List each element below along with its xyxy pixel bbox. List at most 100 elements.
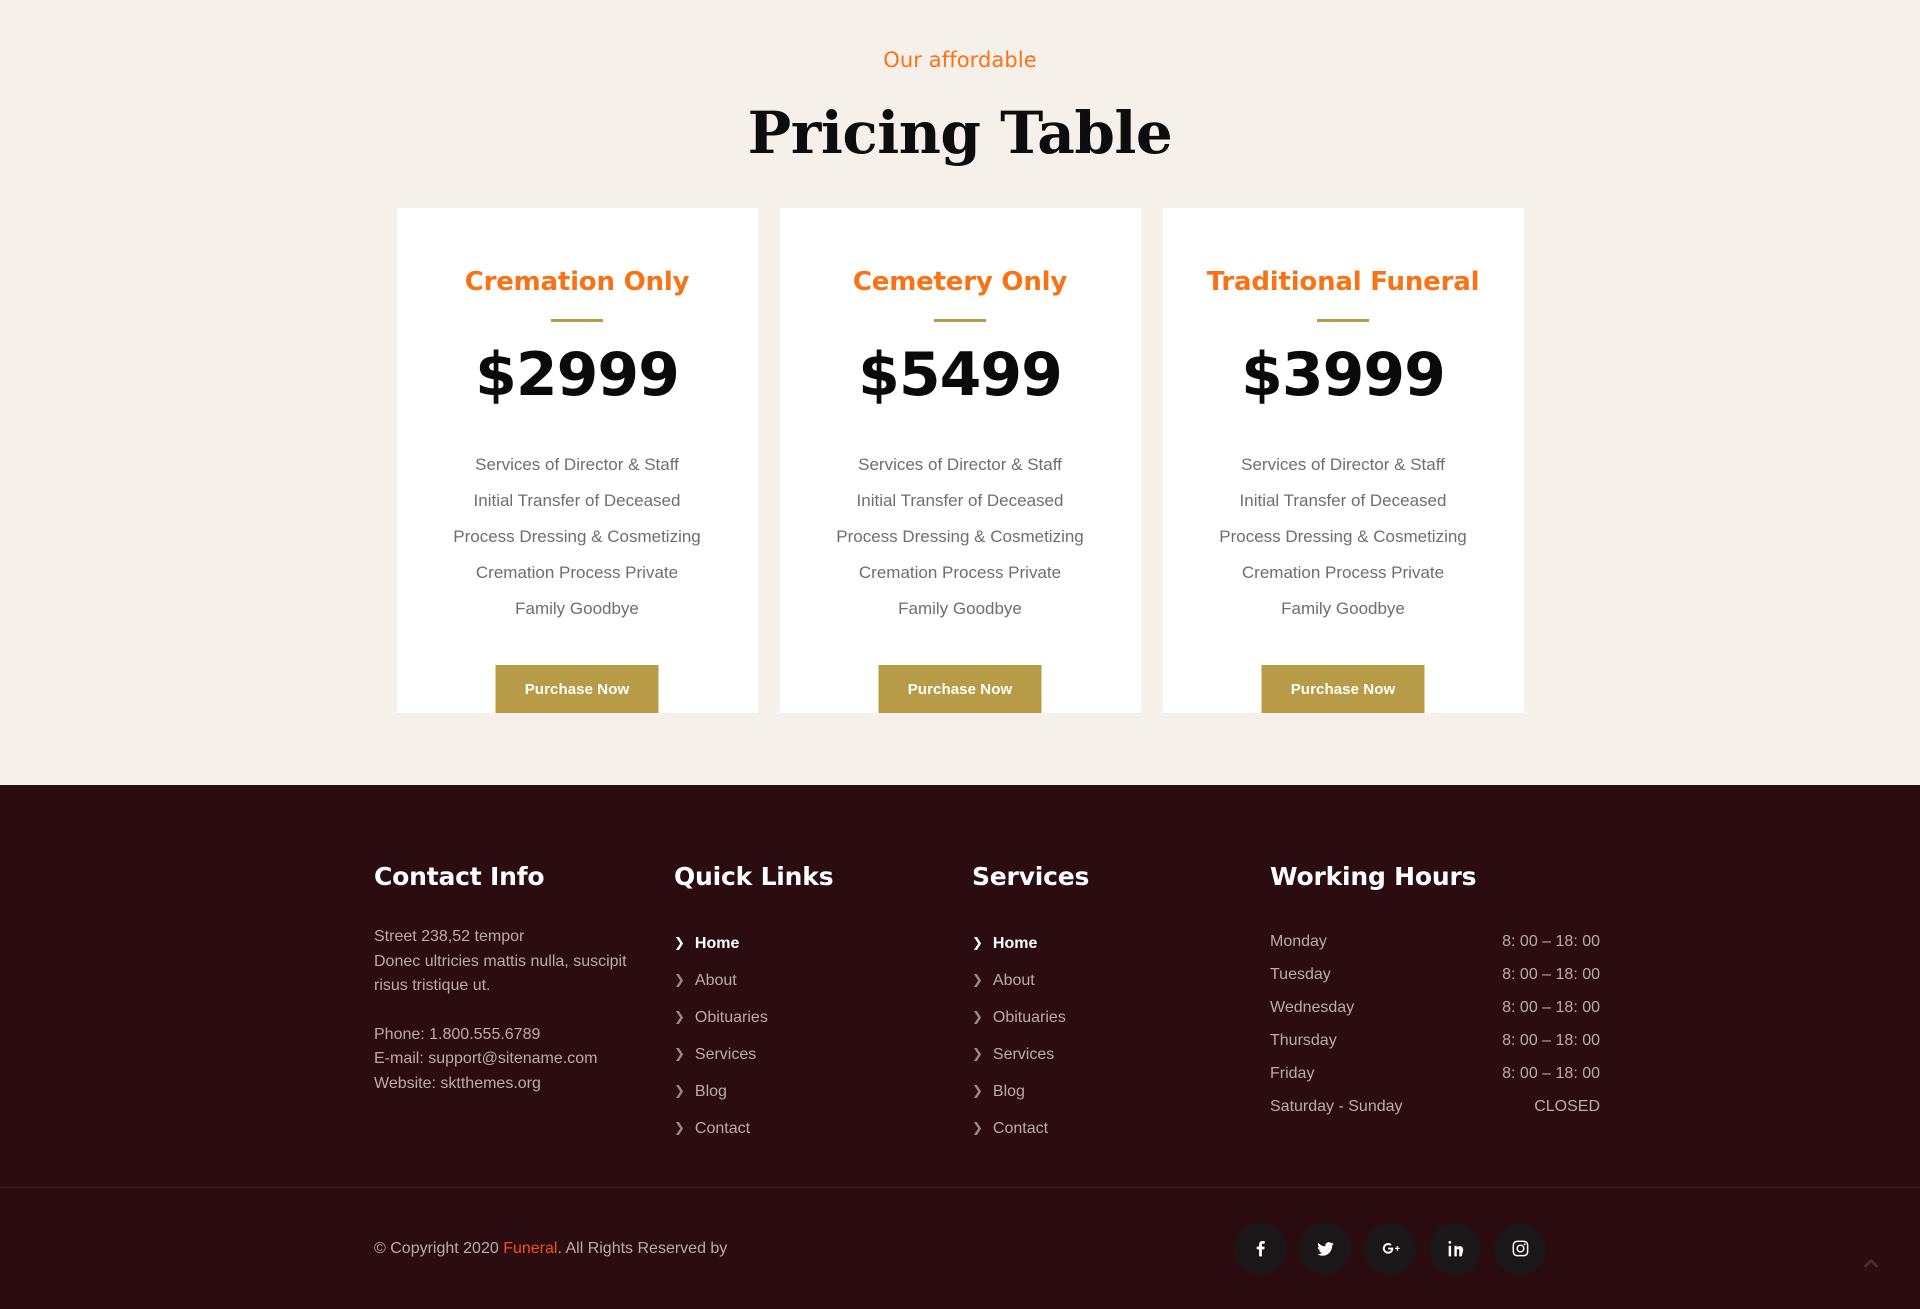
website-text: Website: sktthemes.org [374,1074,541,1092]
title-divider [1317,319,1369,323]
link-label: Contact [694,1119,751,1137]
pricing-features-list: Services of Director & Staff Initial Tran… [1163,447,1524,627]
pricing-feature-item: Cremation Process Private [1241,563,1445,583]
pricing-feature-item: Initial Transfer of Deceased [473,491,681,511]
working-hours-row: Saturday - Sunday CLOSED [1270,1090,1600,1123]
link-label: Home [992,934,1038,952]
section-eyebrow: Our affordable [883,48,1037,72]
phone-text: Phone: 1.800.555.6789 [374,1025,541,1043]
purchase-now-button[interactable]: Purchase Now [878,665,1042,714]
services-link-about[interactable]: ❯ About [972,962,1270,999]
quick-link-contact[interactable]: ❯ Contact [674,1110,972,1147]
pricing-feature-item: Initial Transfer of Deceased [856,491,1064,511]
address-block: Street 238,52 tempor Donec ultricies mat… [374,925,674,999]
services-link-services[interactable]: ❯ Services [972,1036,1270,1073]
facebook-icon [1256,1241,1265,1257]
site-footer: Contact Info Street 238,52 tempor Donec … [0,785,1920,1309]
purchase-now-button[interactable]: Purchase Now [1261,665,1425,714]
contact-details-block: Phone: 1.800.555.6789 E-mail: support@si… [374,1023,674,1097]
quick-links-list: ❯ Home ❯ About ❯ Obituaries ❯ Services ❯ Blog ❯ Con… [674,925,972,1147]
pricing-features-list: Services of Director & Staff Initial Tran… [780,447,1141,627]
contact-info-heading: Contact Info [374,862,545,891]
pricing-card: Cremation Only $2999 Services of Director … [396,208,758,714]
working-hours-heading: Working Hours [1270,862,1477,891]
pricing-feature-item: Services of Director & Staff [858,455,1062,475]
quick-link-home[interactable]: ❯ Home [674,925,972,962]
google-plus-link[interactable] [1364,1222,1416,1275]
pricing-feature-item: Family Goodbye [898,599,1022,619]
address-line-3: risus tristique ut. [374,977,491,994]
instagram-icon [1512,1240,1528,1257]
pricing-features-list: Services of Director & Staff Initial Tran… [397,447,758,627]
pricing-feature-item: Family Goodbye [1281,599,1405,619]
quick-link-obituaries[interactable]: ❯ Obituaries [674,999,972,1036]
working-hours-value: 8: 00 – 18: 00 [1502,965,1600,983]
working-hours-row: Tuesday 8: 00 – 18: 00 [1270,958,1600,991]
link-label: About [694,971,737,989]
chevron-right-icon: ❯ [674,1047,685,1062]
pricing-feature-item: Process Dressing & Cosmetizing [1219,527,1467,547]
working-hours-day: Thursday [1270,1031,1337,1049]
linkedin-link[interactable] [1429,1222,1481,1275]
pricing-card-title: Cremation Only [464,267,690,298]
email-text: E-mail: support@sitename.com [374,1050,598,1067]
chevron-right-icon: ❯ [674,1084,685,1099]
chevron-right-icon: ❯ [972,936,983,951]
quick-links-heading: Quick Links [674,862,834,891]
services-heading: Services [972,862,1090,891]
chevron-right-icon: ❯ [972,1084,983,1099]
working-hours-day: Friday [1270,1064,1315,1082]
working-hours-value: 8: 00 – 18: 00 [1502,1031,1600,1049]
title-divider [934,319,986,323]
social-links [1234,1222,1546,1275]
working-hours-day: Saturday - Sunday [1270,1097,1403,1115]
scroll-to-top-button[interactable] [1854,1247,1888,1281]
pricing-section: Our affordable Pricing Table Cremation O… [0,0,1920,785]
quick-link-services[interactable]: ❯ Services [674,1036,972,1073]
pricing-feature-item: Family Goodbye [515,599,639,619]
pricing-feature-item: Cremation Process Private [475,563,679,583]
copyright-suffix: . All Rights Reserved by [557,1239,728,1257]
chevron-right-icon: ❯ [972,1010,983,1025]
services-link-blog[interactable]: ❯ Blog [972,1073,1270,1110]
link-label: About [992,971,1035,989]
pricing-card: Traditional Funeral $3999 Services of Dire… [1162,208,1524,714]
link-label: Home [694,934,740,952]
chevron-right-icon: ❯ [674,973,685,988]
address-line-2: Donec ultricies mattis nulla, suscipit [374,952,627,970]
services-link-contact[interactable]: ❯ Contact [972,1110,1270,1147]
chevron-right-icon: ❯ [674,1010,685,1025]
link-label: Contact [992,1119,1049,1137]
footer-column-working-hours: Working Hours Monday 8: 00 – 18: 00 Tuesda… [1270,862,1600,1147]
linkedin-icon [1447,1240,1463,1257]
quick-link-blog[interactable]: ❯ Blog [674,1073,972,1110]
working-hours-day: Monday [1270,932,1327,950]
quick-link-about[interactable]: ❯ About [674,962,972,999]
working-hours-value: 8: 00 – 18: 00 [1502,932,1600,950]
working-hours-day: Wednesday [1270,998,1355,1016]
working-hours-value: 8: 00 – 18: 00 [1502,1064,1600,1082]
pricing-feature-item: Process Dressing & Cosmetizing [453,527,701,547]
pricing-card-price: $3999 [1241,340,1446,411]
chevron-right-icon: ❯ [972,973,983,988]
copyright-brand-link[interactable]: Funeral [503,1240,557,1257]
instagram-link[interactable] [1494,1222,1546,1275]
chevron-right-icon: ❯ [674,1121,685,1136]
purchase-now-button[interactable]: Purchase Now [495,665,659,714]
facebook-link[interactable] [1234,1222,1286,1275]
twitter-link[interactable] [1299,1222,1351,1275]
pricing-feature-item: Cremation Process Private [858,563,1062,583]
services-link-home[interactable]: ❯ Home [972,925,1270,962]
working-hours-row: Wednesday 8: 00 – 18: 00 [1270,991,1600,1024]
working-hours-row: Monday 8: 00 – 18: 00 [1270,925,1600,958]
footer-columns: Contact Info Street 238,52 tempor Donec … [0,785,1920,1147]
link-label: Blog [992,1082,1025,1100]
working-hours-value: CLOSED [1534,1097,1600,1115]
link-label: Obituaries [694,1008,768,1026]
pricing-card-title: Traditional Funeral [1206,267,1480,298]
address-line-1: Street 238,52 tempor [374,928,525,945]
footer-column-services: Services ❯ Home ❯ About ❯ Obituaries ❯ Services… [972,862,1270,1147]
working-hours-list: Monday 8: 00 – 18: 00 Tuesday 8: 00 – 18: 0… [1270,925,1600,1123]
google-plus-icon [1382,1243,1400,1254]
services-link-obituaries[interactable]: ❯ Obituaries [972,999,1270,1036]
